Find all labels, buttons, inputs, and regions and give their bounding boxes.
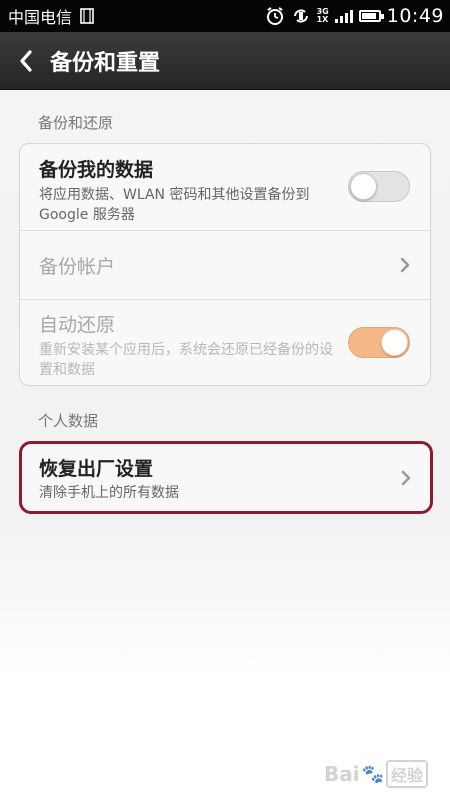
back-button[interactable] xyxy=(0,32,52,90)
watermark-brand: Bai xyxy=(323,762,360,786)
network-type-label: 3G 1X xyxy=(317,8,329,24)
toggle-knob xyxy=(381,329,408,356)
auto-restore-toggle[interactable] xyxy=(348,327,410,358)
backup-settings-card: 备份我的数据 将应用数据、WLAN 密码和其他设置备份到 Google 服务器 … xyxy=(19,143,431,386)
battery-icon xyxy=(358,10,384,22)
signal-strength-icon xyxy=(334,9,353,23)
status-left: 中国电信 xyxy=(8,4,96,28)
factory-reset-title: 恢复出厂设置 xyxy=(39,458,154,480)
sim-card-icon xyxy=(78,7,96,25)
backup-my-data-toggle[interactable] xyxy=(348,171,410,202)
factory-reset-row[interactable]: 恢复出厂设置 清除手机上的所有数据 xyxy=(22,444,430,511)
backup-account-row[interactable]: 备份帐户 xyxy=(20,231,430,300)
toggle-knob xyxy=(350,173,377,200)
chevron-right-icon xyxy=(401,470,411,486)
status-bar: 中国电信 3G 1X 10:49 xyxy=(0,0,450,32)
chevron-right-icon xyxy=(400,257,410,273)
alarm-clock-icon xyxy=(265,6,285,26)
auto-restore-row[interactable]: 自动还原 重新安装某个应用后，系统会还原已经备份的设置和数据 xyxy=(20,300,430,385)
factory-reset-card[interactable]: 恢复出厂设置 清除手机上的所有数据 xyxy=(19,441,433,514)
carrier-label: 中国电信 xyxy=(8,8,73,27)
sync-data-icon xyxy=(291,6,311,26)
back-arrow-icon xyxy=(20,49,32,72)
status-right: 3G 1X 10:49 xyxy=(265,5,444,27)
backup-my-data-description: 将应用数据、WLAN 密码和其他设置备份到 Google 服务器 xyxy=(39,187,310,223)
backup-my-data-row[interactable]: 备份我的数据 将应用数据、WLAN 密码和其他设置备份到 Google 服务器 xyxy=(20,144,430,231)
title-bar: 备份和重置 xyxy=(0,32,450,90)
page-title: 备份和重置 xyxy=(50,50,161,76)
clock: 10:49 xyxy=(386,5,444,27)
backup-account-title: 备份帐户 xyxy=(39,255,116,278)
watermark-suffix: 经验 xyxy=(385,760,428,788)
section-header-backup: 备份和还原 xyxy=(38,114,114,132)
paw-icon: 🐾 xyxy=(361,763,384,785)
network-1x-label: 1X xyxy=(316,15,329,24)
baidu-watermark: Bai 🐾 经验 xyxy=(324,760,428,788)
section-header-personal: 个人数据 xyxy=(38,412,99,430)
auto-restore-description: 重新安装某个应用后，系统会还原已经备份的设置和数据 xyxy=(39,342,333,378)
factory-reset-description: 清除手机上的所有数据 xyxy=(39,485,179,501)
